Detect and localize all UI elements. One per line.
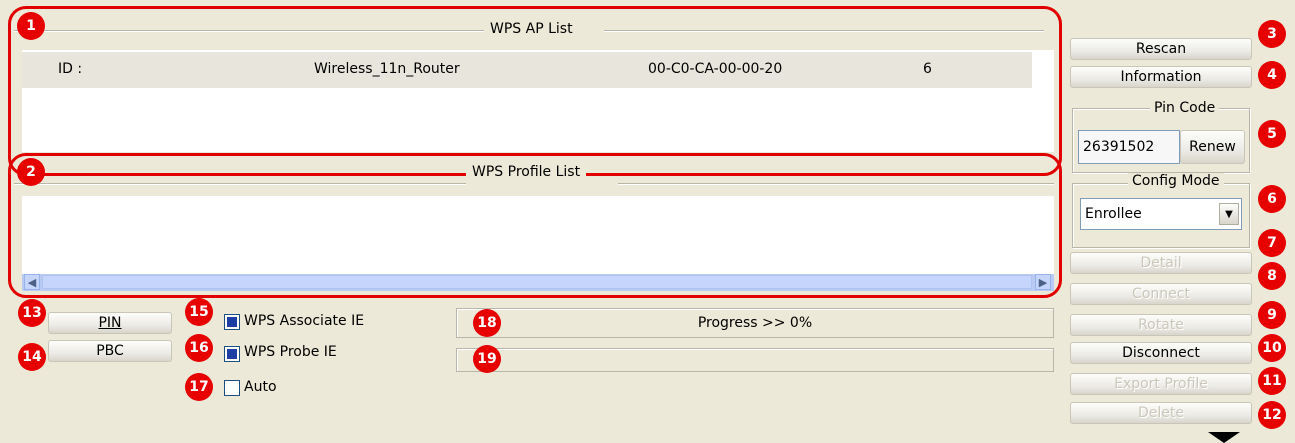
wps-associate-ie-checkbox[interactable] <box>224 314 240 330</box>
information-button[interactable]: Information <box>1070 66 1252 88</box>
connect-button[interactable]: Connect <box>1070 283 1252 305</box>
detail-button[interactable]: Detail <box>1070 252 1252 274</box>
pbc-button[interactable]: PBC <box>48 340 172 362</box>
chevron-down-icon[interactable]: ▼ <box>1219 203 1239 225</box>
auto-checkbox[interactable] <box>224 380 240 396</box>
progress-text: Progress >> 0% <box>697 315 813 331</box>
pin-button[interactable]: PIN <box>48 312 172 334</box>
badge-6: 6 <box>1258 185 1286 213</box>
wps-probe-ie-checkbox[interactable] <box>224 346 240 362</box>
badge-14: 14 <box>18 343 46 371</box>
down-triangle-icon <box>1208 432 1240 443</box>
badge-17: 17 <box>185 373 213 401</box>
badge-10: 10 <box>1258 334 1286 362</box>
badge-7: 7 <box>1258 229 1286 257</box>
badge-13: 13 <box>18 299 46 327</box>
export-profile-button[interactable]: Export Profile <box>1070 373 1252 395</box>
pin-code-field[interactable]: 26391502 <box>1078 130 1180 164</box>
auto-label: Auto <box>244 379 277 395</box>
rescan-button[interactable]: Rescan <box>1070 38 1252 60</box>
badge-18: 18 <box>473 309 501 337</box>
progress-status-field: Progress >> 0% <box>456 308 1054 338</box>
delete-button[interactable]: Delete <box>1070 402 1252 424</box>
badge-11: 11 <box>1258 367 1286 395</box>
annotation-frame-profile-list <box>8 153 1062 298</box>
rotate-button[interactable]: Rotate <box>1070 314 1252 336</box>
config-mode-title: Config Mode <box>1128 173 1224 189</box>
wps-probe-ie-label: WPS Probe IE <box>244 344 337 360</box>
badge-19: 19 <box>473 345 501 373</box>
badge-16: 16 <box>185 334 213 362</box>
progress-bar <box>456 348 1054 372</box>
badge-9: 9 <box>1258 301 1286 329</box>
config-mode-value: Enrollee <box>1085 206 1142 222</box>
wps-associate-ie-label: WPS Associate IE <box>244 313 365 329</box>
badge-15: 15 <box>185 298 213 326</box>
badge-1: 1 <box>17 12 45 40</box>
badge-3: 3 <box>1258 20 1286 48</box>
renew-button[interactable]: Renew <box>1180 130 1245 164</box>
pin-code-title: Pin Code <box>1150 100 1220 116</box>
config-mode-select[interactable]: Enrollee ▼ <box>1080 198 1242 230</box>
badge-5: 5 <box>1258 120 1286 148</box>
badge-2: 2 <box>17 158 45 186</box>
badge-4: 4 <box>1258 61 1286 89</box>
disconnect-button[interactable]: Disconnect <box>1070 342 1252 364</box>
badge-8: 8 <box>1258 262 1286 290</box>
annotation-frame-ap-list <box>8 6 1062 176</box>
badge-12: 12 <box>1258 401 1286 429</box>
